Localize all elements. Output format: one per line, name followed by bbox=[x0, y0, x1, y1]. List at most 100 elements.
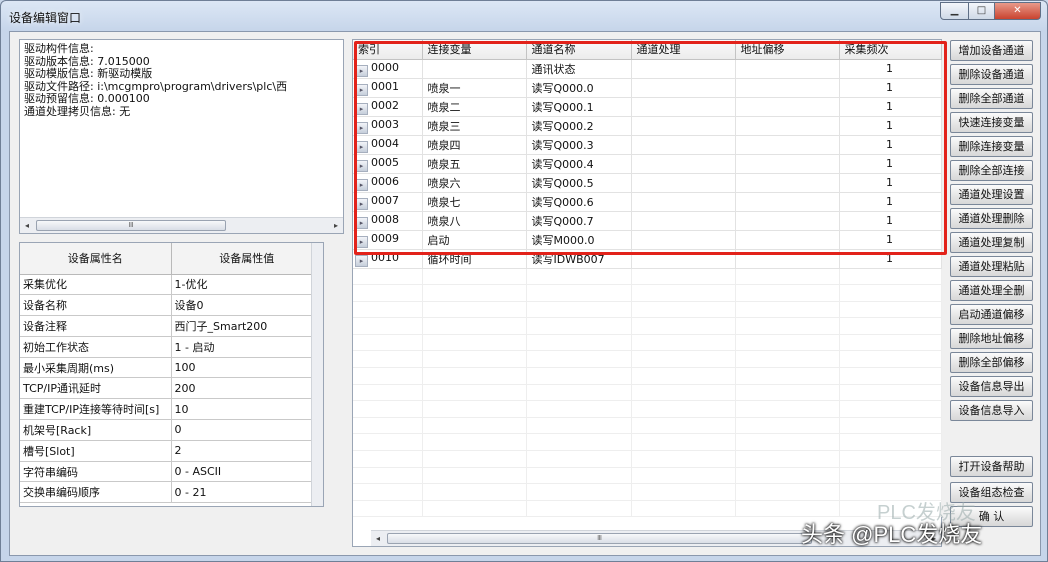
property-row[interactable]: 机架号[Rack] 0 bbox=[20, 419, 323, 441]
channel-index[interactable]: ▸ 0009 bbox=[353, 230, 423, 250]
device-properties-grid[interactable]: 设备属性名 设备属性值 采集优化 1-优化 设备名称 设备0 设备注释 西门子_Smart… bbox=[19, 242, 324, 507]
channel-linked-variable[interactable]: 喷泉六 bbox=[422, 173, 527, 193]
channel-name[interactable]: 读写Q000.7 bbox=[526, 211, 632, 231]
channel-linked-variable[interactable]: 喷泉一 bbox=[422, 78, 527, 98]
channel-name[interactable]: 读写Q000.5 bbox=[526, 173, 632, 193]
close-button[interactable]: ✕ bbox=[994, 2, 1041, 20]
property-row[interactable]: 设备名称 设备0 bbox=[20, 294, 323, 317]
channel-processing[interactable] bbox=[631, 230, 736, 250]
channel-row[interactable]: ▸ 0010 循环时间 读写IDWB007 1 bbox=[353, 249, 942, 269]
open-device-help-button[interactable]: 打开设备帮助 bbox=[950, 456, 1033, 477]
channel-index[interactable]: ▸ 0006 bbox=[353, 173, 423, 193]
channel-processing[interactable] bbox=[631, 97, 736, 117]
row-selector-icon[interactable]: ▸ bbox=[355, 159, 368, 172]
channel-column-header[interactable]: 连接变量 bbox=[422, 40, 527, 60]
channel-name[interactable]: 读写Q000.3 bbox=[526, 135, 632, 155]
channel-address-offset[interactable] bbox=[735, 154, 840, 174]
channel-column-header[interactable]: 地址偏移 bbox=[735, 40, 840, 60]
channel-linked-variable[interactable]: 喷泉二 bbox=[422, 97, 527, 117]
quick-link-variable-button[interactable]: 快速连接变量 bbox=[950, 112, 1033, 133]
channel-name[interactable]: 读写M000.0 bbox=[526, 230, 632, 250]
row-selector-icon[interactable]: ▸ bbox=[355, 121, 368, 134]
property-row[interactable]: 槽号[Slot] 2 bbox=[20, 440, 323, 462]
channel-index[interactable]: ▸ 0001 bbox=[353, 78, 423, 98]
channel-processing[interactable] bbox=[631, 173, 736, 193]
channel-processing[interactable] bbox=[631, 78, 736, 98]
channel-address-offset[interactable] bbox=[735, 249, 840, 269]
channel-row[interactable]: ▸ 0001 喷泉一 读写Q000.0 1 bbox=[353, 78, 942, 98]
scroll-left-icon[interactable]: ◂ bbox=[20, 218, 34, 233]
delete-channel-button[interactable]: 删除设备通道 bbox=[950, 64, 1033, 85]
property-value[interactable]: 设备0 bbox=[171, 294, 323, 317]
property-row[interactable]: 设备注释 西门子_Smart200 bbox=[20, 315, 323, 337]
channel-sample-rate[interactable]: 1 bbox=[839, 173, 942, 193]
property-value[interactable]: 西门子_Smart200 bbox=[171, 315, 323, 337]
channel-index[interactable]: ▸ 0005 bbox=[353, 154, 423, 174]
channel-sample-rate[interactable]: 1 bbox=[839, 249, 942, 269]
channel-linked-variable[interactable]: 喷泉三 bbox=[422, 116, 527, 136]
property-value[interactable]: 0 bbox=[171, 419, 323, 441]
property-value[interactable]: 200 bbox=[171, 377, 323, 400]
channel-sample-rate[interactable]: 1 bbox=[839, 135, 942, 155]
channel-processing-delete-all-button[interactable]: 通道处理全删 bbox=[950, 280, 1033, 301]
channel-name[interactable]: 读写Q000.0 bbox=[526, 78, 632, 98]
channel-row[interactable]: ▸ 0004 喷泉四 读写Q000.3 1 bbox=[353, 135, 942, 155]
scroll-thumb[interactable]: Ⅲ bbox=[387, 533, 812, 544]
property-value[interactable]: 10 bbox=[171, 398, 323, 421]
channel-linked-variable[interactable]: 喷泉四 bbox=[422, 135, 527, 155]
channel-name[interactable]: 读写Q000.1 bbox=[526, 97, 632, 117]
title-bar[interactable]: 设备编辑窗口 ▁ □ ✕ bbox=[1, 1, 1047, 31]
channel-row[interactable]: ▸ 0008 喷泉八 读写Q000.7 1 bbox=[353, 211, 942, 231]
channel-index[interactable]: ▸ 0008 bbox=[353, 211, 423, 231]
minimize-button[interactable]: ▁ bbox=[940, 2, 969, 20]
channel-address-offset[interactable] bbox=[735, 78, 840, 98]
channel-processing-settings-button[interactable]: 通道处理设置 bbox=[950, 184, 1033, 205]
channel-row[interactable]: ▸ 0000 通讯状态 1 bbox=[353, 59, 942, 79]
channel-linked-variable[interactable]: 喷泉七 bbox=[422, 192, 527, 212]
channel-sample-rate[interactable]: 1 bbox=[839, 97, 942, 117]
row-selector-icon[interactable]: ▸ bbox=[355, 140, 368, 153]
row-selector-icon[interactable]: ▸ bbox=[355, 102, 368, 115]
channel-processing-copy-button[interactable]: 通道处理复制 bbox=[950, 232, 1033, 253]
add-channel-button[interactable]: 增加设备通道 bbox=[950, 40, 1033, 61]
channel-linked-variable[interactable] bbox=[422, 59, 527, 79]
property-value[interactable]: 1 - 启动 bbox=[171, 336, 323, 358]
channel-sample-rate[interactable]: 1 bbox=[839, 230, 942, 250]
channel-processing[interactable] bbox=[631, 135, 736, 155]
channel-sample-rate[interactable]: 1 bbox=[839, 78, 942, 98]
row-selector-icon[interactable]: ▸ bbox=[355, 83, 368, 96]
channel-processing-paste-button[interactable]: 通道处理粘贴 bbox=[950, 256, 1033, 277]
channel-sample-rate[interactable]: 1 bbox=[839, 116, 942, 136]
channel-row[interactable]: ▸ 0002 喷泉二 读写Q000.1 1 bbox=[353, 97, 942, 117]
enable-address-offset-button[interactable]: 启动通道偏移 bbox=[950, 304, 1033, 325]
channel-address-offset[interactable] bbox=[735, 59, 840, 79]
channel-linked-variable[interactable]: 循环时间 bbox=[422, 249, 527, 269]
property-value[interactable]: 100 bbox=[171, 357, 323, 379]
scroll-right-icon[interactable]: ▸ bbox=[329, 218, 343, 233]
channel-processing[interactable] bbox=[631, 116, 736, 136]
channel-name[interactable]: 读写Q000.4 bbox=[526, 154, 632, 174]
channel-column-header[interactable]: 通道处理 bbox=[631, 40, 736, 60]
channel-processing-delete-button[interactable]: 通道处理删除 bbox=[950, 208, 1033, 229]
property-row[interactable]: 采集优化 1-优化 bbox=[20, 274, 323, 296]
property-row[interactable]: 字符串编码 0 - ASCII bbox=[20, 461, 323, 483]
channel-processing[interactable] bbox=[631, 59, 736, 79]
property-value[interactable]: 0 - ASCII bbox=[171, 461, 323, 483]
channel-address-offset[interactable] bbox=[735, 116, 840, 136]
row-selector-icon[interactable]: ▸ bbox=[355, 216, 368, 229]
channel-address-offset[interactable] bbox=[735, 211, 840, 231]
channel-address-offset[interactable] bbox=[735, 97, 840, 117]
channel-linked-variable[interactable]: 喷泉五 bbox=[422, 154, 527, 174]
property-row[interactable]: 重建TCP/IP连接等待时间[s] 10 bbox=[20, 398, 323, 421]
row-selector-icon[interactable]: ▸ bbox=[355, 235, 368, 248]
channel-processing[interactable] bbox=[631, 211, 736, 231]
property-row[interactable]: 交换串编码顺序 0 - 21 bbox=[20, 481, 323, 504]
property-value[interactable]: 0 - 21 bbox=[171, 481, 323, 504]
row-selector-icon[interactable]: ▸ bbox=[355, 254, 368, 267]
channel-index[interactable]: ▸ 0002 bbox=[353, 97, 423, 117]
channel-linked-variable[interactable]: 喷泉八 bbox=[422, 211, 527, 231]
import-device-info-button[interactable]: 设备信息导入 bbox=[950, 400, 1033, 421]
channel-table-panel[interactable]: 索引 连接变量 通道名称 通道处理 地址偏移 采集频次 ▸ 0000 通讯状态 1 ▸ 0001 喷泉… bbox=[352, 39, 947, 547]
maximize-button[interactable]: □ bbox=[968, 2, 995, 20]
channel-sample-rate[interactable]: 1 bbox=[839, 211, 942, 231]
